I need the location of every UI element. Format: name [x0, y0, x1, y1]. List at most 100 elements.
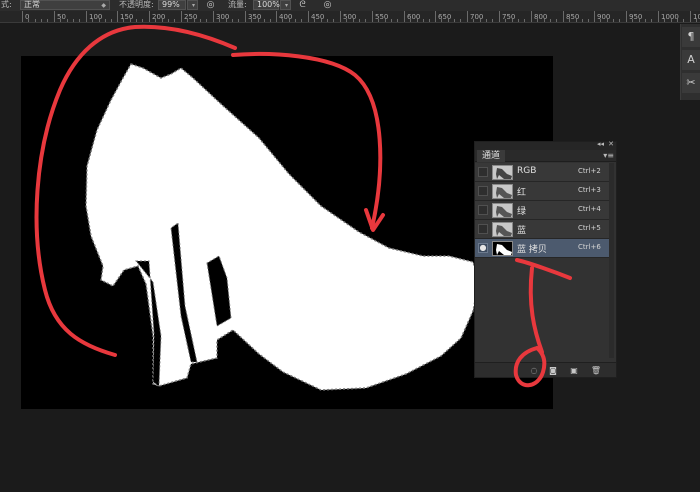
- ruler-minor-tick: [130, 19, 131, 22]
- ruler-label: 700: [470, 13, 484, 21]
- channel-name: 绿: [517, 207, 527, 217]
- airbrush-icon[interactable]: ᘓ: [297, 0, 308, 10]
- ruler-minor-tick: [359, 19, 360, 22]
- opacity-value: 99%: [162, 0, 180, 9]
- ruler-minor-tick: [417, 19, 418, 22]
- blend-mode-select[interactable]: 正常 ◆: [20, 0, 110, 10]
- load-selection-icon[interactable]: ◌: [528, 365, 540, 376]
- visibility-toggle[interactable]: [478, 224, 488, 234]
- ruler-minor-tick: [295, 19, 296, 22]
- visibility-toggle[interactable]: [478, 186, 488, 196]
- paragraph-icon[interactable]: A: [682, 50, 700, 70]
- trash-icon[interactable]: 🗑: [590, 365, 602, 376]
- ruler-label: 950: [629, 13, 643, 21]
- channel-name: 红: [517, 188, 527, 198]
- channel-row-blue[interactable]: 蓝 Ctrl+5: [475, 220, 610, 239]
- panel-header: ◂◂ ✕: [475, 140, 616, 150]
- channel-row-red[interactable]: 红 Ctrl+3: [475, 182, 610, 201]
- ruler-minor-tick: [480, 19, 481, 22]
- opacity-field[interactable]: 99%: [158, 0, 186, 10]
- ruler-minor-tick: [162, 19, 163, 22]
- mode-label: 式:: [1, 0, 12, 9]
- ruler-minor-tick: [423, 19, 424, 22]
- tab-channels[interactable]: 通道: [477, 150, 506, 162]
- ruler-minor-tick: [441, 19, 442, 22]
- ruler-minor-tick: [289, 19, 290, 22]
- visibility-toggle[interactable]: [478, 167, 488, 177]
- ruler-minor-tick: [187, 19, 188, 22]
- pressure-size-icon[interactable]: ◎: [322, 0, 333, 10]
- visibility-toggle[interactable]: [478, 205, 488, 215]
- channel-name: RGB: [517, 166, 537, 176]
- channel-list: RGB Ctrl+2 红 Ctrl+3 绿 Ctrl+4 蓝 Ctrl+5 ● …: [475, 163, 610, 258]
- panel-scrollbar[interactable]: [609, 163, 614, 358]
- ruler-minor-tick: [353, 19, 354, 22]
- ruler-minor-tick: [556, 19, 557, 22]
- ruler-minor-tick: [512, 19, 513, 22]
- tools-icon[interactable]: ✂: [682, 73, 700, 93]
- ruler-label: 300: [216, 13, 230, 21]
- channel-row-rgb[interactable]: RGB Ctrl+2: [475, 163, 610, 182]
- ruler-minor-tick: [79, 19, 80, 22]
- ruler-tick: [594, 11, 595, 22]
- panel-footer: ◌ ◙ ▣ 🗑: [475, 362, 616, 377]
- ruler-tick: [340, 11, 341, 22]
- right-tool-strip: ¶ A ✂: [680, 24, 700, 100]
- ruler-minor-tick: [671, 19, 672, 22]
- ruler-label: 600: [407, 13, 421, 21]
- ruler-label: 400: [279, 13, 293, 21]
- pressure-opacity-icon[interactable]: ◎: [205, 0, 216, 10]
- ruler-label: 550: [375, 13, 389, 21]
- ruler-minor-tick: [544, 19, 545, 22]
- collapse-icon[interactable]: ◂◂: [597, 140, 604, 148]
- panel-menu-icon[interactable]: ▾≡: [603, 150, 614, 162]
- channel-row-blue-copy[interactable]: ● 蓝 拷贝 Ctrl+6: [475, 239, 610, 258]
- ruler-tick: [499, 11, 500, 22]
- ruler-minor-tick: [537, 19, 538, 22]
- ruler-minor-tick: [28, 19, 29, 22]
- ruler-tick: [276, 11, 277, 22]
- ruler-label: 850: [566, 13, 580, 21]
- ruler-minor-tick: [73, 19, 74, 22]
- ruler-minor-tick: [518, 19, 519, 22]
- shoe-silhouette: [85, 63, 480, 391]
- ruler-minor-tick: [378, 19, 379, 22]
- ruler-minor-tick: [460, 19, 461, 22]
- flow-field[interactable]: 100%: [253, 0, 280, 10]
- ruler-minor-tick: [677, 19, 678, 22]
- channel-row-green[interactable]: 绿 Ctrl+4: [475, 201, 610, 220]
- channel-thumbnail: [492, 222, 513, 237]
- ruler-minor-tick: [365, 19, 366, 22]
- ruler-tick: [22, 11, 23, 22]
- ruler-minor-tick: [301, 19, 302, 22]
- save-selection-icon[interactable]: ◙: [547, 365, 559, 376]
- ruler-minor-tick: [391, 19, 392, 22]
- ruler-minor-tick: [607, 19, 608, 22]
- channel-shortcut: Ctrl+3: [578, 186, 601, 194]
- ruler-tick: [531, 11, 532, 22]
- ruler-tick: [404, 11, 405, 22]
- ruler-minor-tick: [664, 19, 665, 22]
- ruler-tick: [117, 11, 118, 22]
- blend-mode-value: 正常: [24, 0, 40, 9]
- close-icon[interactable]: ✕: [608, 140, 614, 148]
- ruler-minor-tick: [105, 19, 106, 22]
- ruler-minor-tick: [111, 19, 112, 22]
- new-channel-icon[interactable]: ▣: [568, 365, 580, 376]
- channel-shortcut: Ctrl+6: [578, 243, 601, 251]
- flow-dropdown[interactable]: ▾: [280, 0, 291, 10]
- character-panel-icon[interactable]: ¶: [682, 27, 700, 47]
- ruler-tick: [690, 11, 691, 22]
- ruler-tick: [308, 11, 309, 22]
- ruler-minor-tick: [282, 19, 283, 22]
- chevron-down-icon: ◆: [101, 2, 106, 9]
- ruler-minor-tick: [645, 19, 646, 22]
- ruler-minor-tick: [47, 19, 48, 22]
- opacity-dropdown[interactable]: ▾: [187, 0, 198, 10]
- channels-panel: ◂◂ ✕ 通道 ▾≡ RGB Ctrl+2 红 Ctrl+3 绿 Ctrl+4 …: [474, 140, 617, 378]
- chevron-down-icon: ▾: [284, 2, 288, 9]
- eye-icon[interactable]: ●: [478, 243, 488, 253]
- ruler-minor-tick: [619, 19, 620, 22]
- ruler-minor-tick: [588, 19, 589, 22]
- channel-thumbnail: [492, 241, 513, 256]
